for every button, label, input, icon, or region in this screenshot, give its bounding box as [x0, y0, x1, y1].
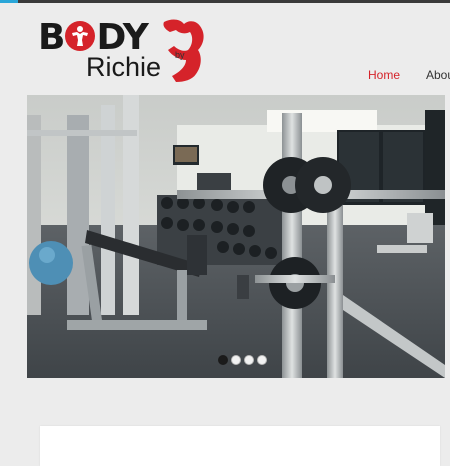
nav-item-home[interactable]: Home	[368, 68, 400, 82]
gym-photo	[27, 95, 445, 378]
slider-dot-4[interactable]	[257, 355, 267, 365]
top-bar	[0, 0, 450, 3]
nav-item-about[interactable]: Abou	[426, 68, 450, 82]
logo-letter-b: B	[38, 17, 65, 58]
slider-dot-1[interactable]	[218, 355, 228, 365]
slider-dot-3[interactable]	[244, 355, 254, 365]
image-slider[interactable]	[27, 95, 445, 378]
logo-by-text: by	[175, 50, 185, 60]
logo-figure-icon	[65, 21, 96, 51]
site-logo[interactable]: B DY by Richie	[38, 16, 210, 84]
content-card	[40, 426, 440, 466]
top-bar-accent	[0, 0, 18, 3]
flexed-arm-icon	[163, 19, 204, 82]
logo-name-text: Richie	[86, 52, 162, 82]
slider-dot-2[interactable]	[231, 355, 241, 365]
